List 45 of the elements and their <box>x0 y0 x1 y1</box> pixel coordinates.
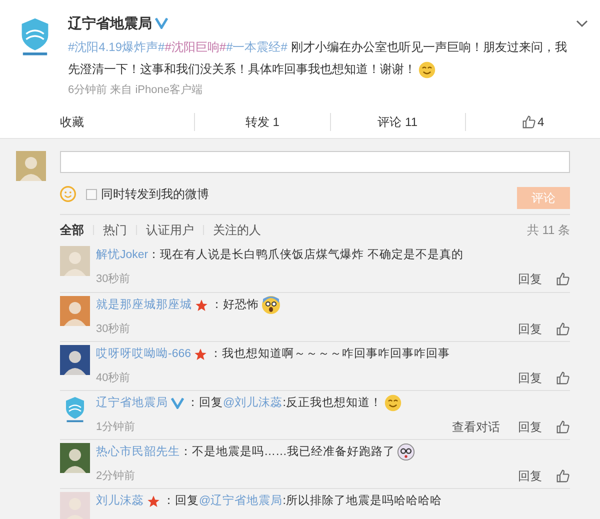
post-text: #沈阳4.19爆炸声##沈阳巨响##一本震经# 刚才小编在办公室也听见一声巨响！朋友过来问，我先澄清一下！这事和我们没关系！具体咋回事我也想知道！谢谢！ <box>68 36 576 80</box>
comment-text: ：现在有人说是长白鸭爪侠饭店煤气爆炸 不确定是不是真的 <box>148 247 464 263</box>
reply-link[interactable]: 回复 <box>518 270 542 288</box>
reply-link[interactable]: 回复 <box>518 418 542 436</box>
comment-text: ：我也想知道啊～～～～咋回事咋回事咋回事 <box>210 346 450 362</box>
comment-text: ：回复@辽宁省地震局:所以排除了地震是吗哈哈哈哈 <box>163 492 442 510</box>
scared-face-icon <box>261 295 281 315</box>
comment-time: 2分钟前 <box>96 468 136 484</box>
smiley-icon <box>384 394 402 412</box>
post-action[interactable]: 收藏 <box>60 112 84 130</box>
reply-link[interactable]: 回复 <box>518 320 542 338</box>
dizzy-face-icon <box>397 443 415 461</box>
avatar[interactable] <box>60 345 90 375</box>
post-action[interactable]: 转发 1 <box>245 112 280 130</box>
comment-time: 40秒前 <box>96 370 130 386</box>
thumbs-up-icon[interactable] <box>556 272 570 286</box>
comment-time: 1分钟前 <box>96 420 136 435</box>
reply-link[interactable]: 回复 <box>518 369 542 387</box>
comment-input[interactable] <box>60 151 570 173</box>
filter-tab[interactable]: 认证用户 <box>146 221 194 239</box>
thumbs-up-icon[interactable] <box>556 322 570 336</box>
share-checkbox[interactable] <box>86 188 97 200</box>
thumbs-up-icon[interactable] <box>556 469 570 483</box>
thumbs-up-icon[interactable] <box>556 371 570 385</box>
reply-link[interactable]: 回复 <box>518 467 542 485</box>
filter-tab[interactable]: 全部 <box>60 221 84 239</box>
comment-time: 30秒前 <box>96 322 130 337</box>
thumbs-up-icon[interactable] <box>522 114 536 128</box>
post-meta: 6分钟前 来自 iPhone客户端 <box>68 82 204 98</box>
chevron-down-icon[interactable] <box>576 20 588 28</box>
comment-time: 30秒前 <box>96 272 130 287</box>
author-name[interactable]: 辽宁省地震局 <box>68 12 152 34</box>
avatar[interactable] <box>60 443 90 473</box>
filter-tab[interactable]: 关注的人 <box>213 221 261 239</box>
post-action[interactable]: 评论 11 <box>378 112 418 130</box>
filter-tab[interactable]: 热门 <box>103 221 127 239</box>
comment-count: 共 11 条 <box>526 222 570 239</box>
thumbs-up-icon[interactable] <box>556 420 570 434</box>
like-button[interactable]: 4 <box>522 112 544 130</box>
smiley-icon <box>418 60 436 79</box>
reply-link[interactable]: 查看对话 <box>452 418 500 436</box>
share-label: 同时转发到我的微博 <box>101 186 209 203</box>
comment-text: ：回复@刘儿沫蕊:反正我也想知道！ <box>187 394 404 412</box>
comment-text: ：不是地震是吗……我已经准备好跑路了 <box>180 443 417 461</box>
comment-text: ：好恐怖 <box>211 295 283 315</box>
